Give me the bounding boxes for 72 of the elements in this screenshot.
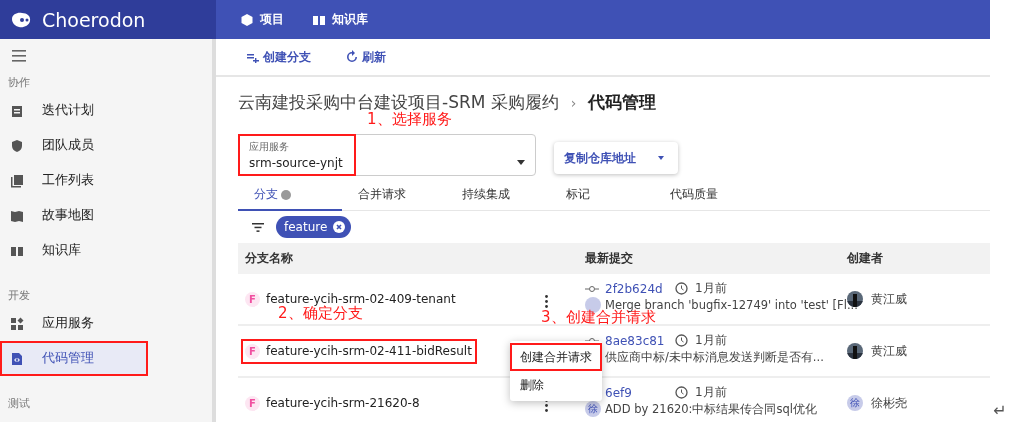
- sidebar-section-title: 协作: [7, 74, 31, 91]
- clock-icon: [675, 334, 688, 347]
- map-icon: [10, 208, 24, 223]
- caret-icon: [658, 156, 664, 160]
- commit-time: 1月前: [695, 280, 728, 297]
- tab[interactable]: 分支: [238, 182, 342, 211]
- refresh-icon: [345, 50, 359, 64]
- column-header: 最新提交: [585, 250, 634, 267]
- sidebar-item[interactable]: 故事地图: [0, 198, 212, 233]
- nav-link[interactable]: 项目: [240, 11, 284, 28]
- annotation-text: 1、选择服务: [367, 111, 452, 128]
- commit-time: 1月前: [695, 332, 728, 349]
- annotation-text: 2、确定分支: [278, 305, 363, 322]
- branch-type-badge: F: [245, 343, 260, 359]
- branch-name[interactable]: feature-ycih-srm-21620-8: [266, 396, 420, 410]
- menu-icon[interactable]: [12, 50, 26, 62]
- commit-icon: [585, 284, 599, 293]
- column-header: 分支名称: [245, 250, 294, 267]
- return-mark: ↵: [993, 401, 1007, 420]
- more-icon[interactable]: [545, 294, 548, 308]
- sidebar-item[interactable]: 知识库: [0, 233, 212, 268]
- sidebar-item[interactable]: 迭代计划: [0, 93, 212, 128]
- list-icon: [10, 173, 24, 188]
- clock-icon: [675, 386, 688, 399]
- close-icon[interactable]: [333, 221, 346, 233]
- filter-chip[interactable]: feature: [276, 216, 352, 238]
- page-title: 代码管理: [588, 91, 657, 114]
- shield-icon: [10, 138, 24, 153]
- tab[interactable]: 合并请求: [342, 182, 446, 211]
- filter-icon[interactable]: [252, 222, 264, 232]
- commit-time: 1月前: [695, 384, 728, 401]
- sidebar-section-title: 开发: [7, 287, 31, 304]
- sidebar-item[interactable]: 应用服务: [0, 306, 212, 341]
- sidebar-section-title: 测试: [7, 395, 31, 412]
- tab[interactable]: 持续集成: [446, 182, 550, 211]
- tab[interactable]: 代码质量: [654, 182, 758, 211]
- code-file-icon: [10, 351, 24, 366]
- clock-icon: [675, 282, 688, 295]
- toolbar-button[interactable]: 刷新: [345, 48, 386, 66]
- nav-link[interactable]: 知识库: [312, 11, 368, 28]
- caret-icon: [517, 160, 525, 165]
- commit-message: 供应商中标/未中标消息发送判断是否有...: [605, 349, 824, 365]
- avatar: 徐: [847, 395, 863, 411]
- menu-item[interactable]: 创建合并请求: [510, 343, 602, 371]
- avatar: 徐: [585, 401, 601, 417]
- creator-name: 黄江威: [871, 342, 907, 360]
- more-icon[interactable]: [545, 398, 548, 412]
- commit-hash-link[interactable]: 2f2b624d: [605, 281, 671, 296]
- cube-icon: [240, 12, 254, 27]
- clipboard-icon: [10, 103, 24, 118]
- sidebar-item[interactable]: 工作列表: [0, 163, 212, 198]
- commit-hash-link[interactable]: 6ef9: [605, 385, 671, 400]
- apps-icon: [10, 316, 24, 331]
- tab[interactable]: 标记: [550, 182, 654, 211]
- column-header: 创建者: [847, 250, 884, 267]
- commit-message: ADD by 21620:中标结果传合同sql优化: [605, 401, 817, 417]
- breadcrumb-separator: ›: [570, 94, 577, 111]
- branch-name[interactable]: feature-ycih-srm-02-409-tenant: [266, 292, 456, 306]
- service-select[interactable]: 应用服务 srm-source-ynjt: [238, 134, 536, 176]
- branch-name[interactable]: feature-ycih-srm-02-411-bidResult: [266, 344, 472, 358]
- logo-text: Choerodon: [42, 8, 146, 31]
- sidebar-item[interactable]: 团队成员: [0, 128, 212, 163]
- creator-name: 徐彬尧: [871, 394, 907, 412]
- branch-type-badge: F: [245, 291, 260, 307]
- toolbar-button[interactable]: 创建分支: [246, 48, 311, 66]
- copy-url-button[interactable]: 复制仓库地址: [554, 142, 678, 174]
- sidebar-item[interactable]: 代码管理: [0, 341, 148, 376]
- logo-icon: [10, 10, 32, 29]
- commit-hash-link[interactable]: 8ae83c81: [605, 333, 671, 348]
- menu-item[interactable]: 删除: [510, 371, 602, 399]
- creator-name: 黄江威: [871, 290, 907, 308]
- branch-type-badge: F: [245, 395, 260, 411]
